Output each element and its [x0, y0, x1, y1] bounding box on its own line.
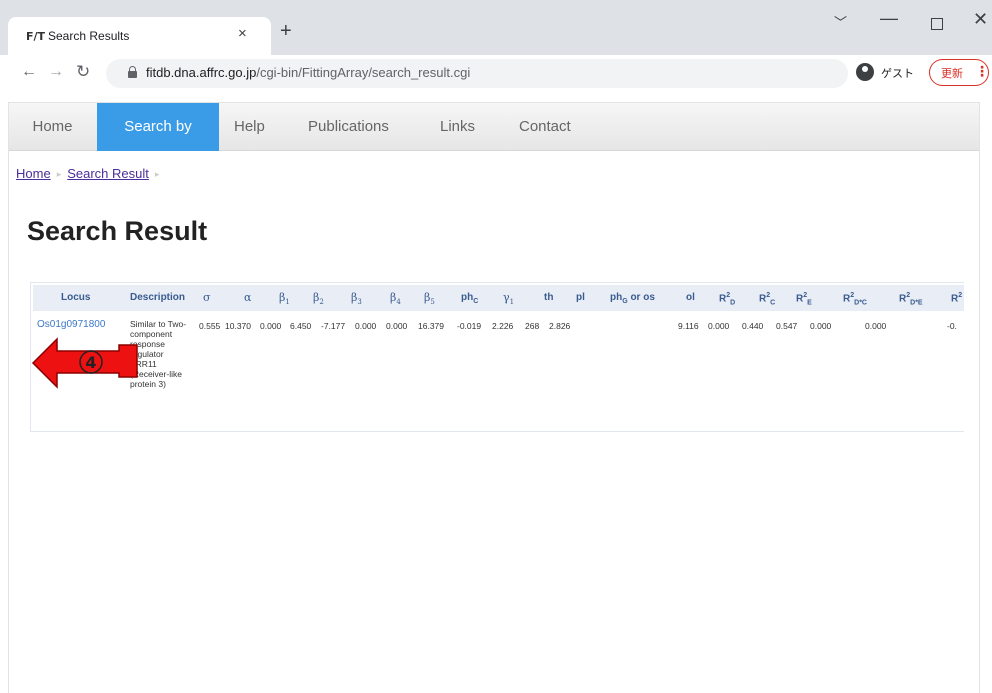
col-header-description[interactable]: Description: [130, 292, 185, 303]
col-header-beta4[interactable]: β4: [390, 291, 401, 306]
col-header-phg-or-os[interactable]: phG or os: [610, 292, 655, 305]
maximize-icon[interactable]: [931, 18, 943, 30]
results-table: Locus Description σ α β1 β2 β3 β4 β5 phC…: [30, 282, 964, 432]
col-header-beta2[interactable]: β2: [313, 291, 324, 306]
url-text[interactable]: fitdb.dna.affrc.go.jp/cgi-bin/FittingArr…: [146, 65, 470, 80]
url-host: fitdb.dna.affrc.go.jp: [146, 65, 257, 80]
site-navbar: Home Search by Help Publications Links C…: [9, 103, 979, 151]
col-header-locus[interactable]: Locus: [61, 292, 90, 303]
col-header-r2d[interactable]: R2D: [719, 292, 735, 306]
cell-pl: 268: [525, 321, 540, 331]
col-header-pl[interactable]: pl: [576, 292, 585, 303]
cell-sigma: 0.555: [199, 321, 221, 331]
breadcrumb-home[interactable]: Home: [16, 166, 51, 181]
page-title: Search Result: [27, 216, 208, 246]
cell-r2de: 0.000: [865, 321, 887, 331]
col-header-r2e[interactable]: R2E: [796, 292, 812, 306]
profile-label: ゲスト: [881, 68, 914, 80]
nav-publications[interactable]: Publications: [308, 103, 389, 151]
description-cell: Similar to Two-component response regula…: [130, 319, 187, 389]
breadcrumb-separator-icon: ▸: [56, 169, 62, 179]
nav-links[interactable]: Links: [440, 103, 475, 151]
tab-search-chevron-icon[interactable]: ﹀: [834, 12, 847, 31]
col-header-beta3[interactable]: β3: [351, 291, 362, 306]
col-header-sigma[interactable]: σ: [203, 291, 211, 304]
profile-avatar-icon: [856, 63, 874, 81]
col-header-r2de[interactable]: R2D*E: [899, 292, 923, 306]
col-header-gamma1[interactable]: γ1: [503, 291, 514, 306]
cell-alpha: 10.370: [225, 321, 251, 331]
cell-beta5: 0.000: [386, 321, 408, 331]
table-header-row: Locus Description σ α β1 β2 β3 β4 β5 phC…: [33, 285, 964, 311]
tab-title: Search Results: [48, 29, 130, 43]
new-tab-icon[interactable]: +: [280, 20, 292, 43]
forward-arrow-icon[interactable]: →: [48, 63, 64, 81]
cell-r2e: 0.547: [776, 321, 798, 331]
address-bar[interactable]: fitdb.dna.affrc.go.jp/cgi-bin/FittingArr…: [106, 59, 848, 88]
cell-beta1: 0.000: [260, 321, 282, 331]
site-favicon-icon: F/T: [26, 30, 46, 43]
cell-r2-cut: -0.: [947, 321, 957, 331]
profile-button[interactable]: ゲスト: [856, 60, 926, 86]
url-path: /cgi-bin/FittingArray/search_result.cgi: [256, 65, 471, 80]
update-button[interactable]: 更新 ⋮: [929, 59, 989, 86]
breadcrumb-separator-icon: ▸: [154, 169, 160, 179]
window-close-icon[interactable]: ✕: [973, 9, 988, 30]
annotation-number: 4: [85, 353, 96, 372]
cell-r2dc: 0.000: [810, 321, 832, 331]
breadcrumb-search-result[interactable]: Search Result: [67, 166, 149, 181]
col-header-r2dc[interactable]: R2D*C: [843, 292, 867, 306]
cell-th: 2.226: [492, 321, 514, 331]
col-header-alpha[interactable]: α: [244, 291, 251, 304]
reload-icon[interactable]: ↻: [76, 62, 90, 82]
col-header-phc[interactable]: phC: [461, 292, 478, 305]
cell-phc: 16.379: [418, 321, 444, 331]
col-header-r2-cut[interactable]: R2: [951, 292, 962, 304]
menu-dots-icon: ⋮: [975, 63, 989, 79]
browser-tab[interactable]: F/T Search Results ×: [8, 17, 271, 55]
cell-r2c: 0.440: [742, 321, 764, 331]
cell-gamma1: -0.019: [457, 321, 482, 331]
cell-phg-or-os: 2.826: [549, 321, 571, 331]
lock-icon[interactable]: [128, 66, 137, 78]
nav-contact[interactable]: Contact: [519, 103, 571, 151]
nav-home[interactable]: Home: [9, 103, 96, 151]
update-label: 更新: [941, 68, 963, 80]
cell-ol: 9.116: [678, 321, 699, 331]
annotation-arrow-icon: 4: [31, 337, 138, 389]
locus-link[interactable]: Os01g0971800: [37, 319, 105, 330]
cell-beta4: 0.000: [355, 321, 377, 331]
cell-r2d: 0.000: [708, 321, 730, 331]
browser-toolbar: ← → ↻ fitdb.dna.affrc.go.jp/cgi-bin/Fitt…: [0, 55, 992, 92]
col-header-th[interactable]: th: [544, 292, 553, 303]
nav-help[interactable]: Help: [234, 103, 265, 151]
tab-strip: F/T Search Results × + ﹀ — ✕: [0, 0, 992, 55]
col-header-ol[interactable]: ol: [686, 292, 695, 303]
nav-search-by[interactable]: Search by: [97, 103, 219, 151]
breadcrumb: Home ▸ Search Result ▸: [16, 166, 165, 181]
cell-beta2: 6.450: [290, 321, 312, 331]
col-header-beta1[interactable]: β1: [279, 291, 290, 306]
tab-close-icon[interactable]: ×: [238, 25, 247, 42]
back-arrow-icon[interactable]: ←: [21, 63, 37, 81]
cell-beta3: -7.177: [321, 321, 346, 331]
col-header-r2c[interactable]: R2C: [759, 292, 775, 306]
minimize-icon[interactable]: —: [880, 8, 898, 29]
col-header-beta5[interactable]: β5: [424, 291, 435, 306]
